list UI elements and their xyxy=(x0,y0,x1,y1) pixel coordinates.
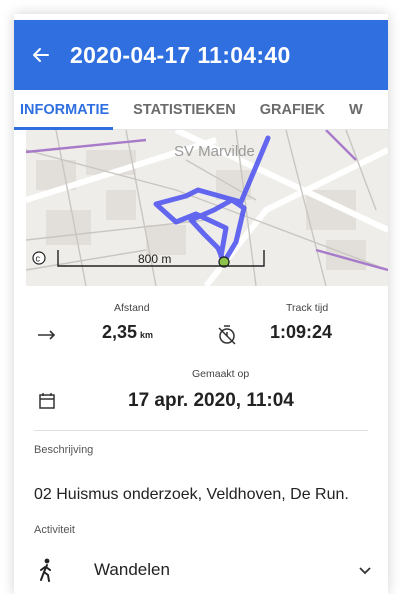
created-label: Gemaakt op xyxy=(192,368,250,380)
tab-grafiek[interactable]: GRAFIEK xyxy=(248,90,337,130)
app-bar: 2020-04-17 11:04:40 xyxy=(14,20,388,90)
svg-text:c: c xyxy=(36,254,41,264)
track-time-label: Track tijd xyxy=(286,302,329,314)
map-place-label: SV Marvilde xyxy=(174,143,255,160)
tab-bar: INFORMATIE STATISTIEKEN GRAFIEK W xyxy=(14,90,388,130)
distance-unit: km xyxy=(140,330,154,340)
created-value: 17 apr. 2020, 11:04 xyxy=(128,390,294,411)
distance-label: Afstand xyxy=(114,302,150,314)
divider xyxy=(34,430,368,431)
chevron-down-icon[interactable] xyxy=(358,566,372,576)
tab-overflow[interactable]: W xyxy=(337,90,375,130)
timer-off-icon xyxy=(218,325,236,345)
description-label: Beschrijving xyxy=(34,444,94,456)
activity-value: Wandelen xyxy=(94,560,170,579)
description-value[interactable]: 02 Huismus onderzoek, Veldhoven, De Run. xyxy=(34,484,364,505)
copyright-icon[interactable]: c xyxy=(32,251,46,265)
arrow-left-icon xyxy=(33,48,49,62)
track-time-value: 1:09:24 xyxy=(270,322,333,342)
track-map[interactable]: SV Marvilde c 800 m xyxy=(26,130,388,286)
tab-informatie[interactable]: INFORMATIE xyxy=(14,90,121,130)
tab-statistieken[interactable]: STATISTIEKEN xyxy=(121,90,248,130)
walking-icon xyxy=(40,558,51,582)
map-canvas: SV Marvilde c 800 m xyxy=(26,130,388,286)
arrow-right-icon xyxy=(38,330,56,340)
back-button[interactable] xyxy=(22,36,60,74)
distance-value: 2,35 xyxy=(102,322,138,342)
screen: 2020-04-17 11:04:40 INFORMATIE STATISTIE… xyxy=(14,14,388,594)
activity-label: Activiteit xyxy=(34,524,75,536)
calendar-icon xyxy=(39,393,55,409)
page-title: 2020-04-17 11:04:40 xyxy=(70,41,291,68)
distance-value-wrap: 2,35 km xyxy=(102,322,153,343)
stats-panel: Afstand Track tijd 2,35 km 1:09:24 Gemaak… xyxy=(14,286,388,432)
scale-label: 800 m xyxy=(138,252,171,266)
activity-selector[interactable]: Wandelen xyxy=(14,548,388,594)
